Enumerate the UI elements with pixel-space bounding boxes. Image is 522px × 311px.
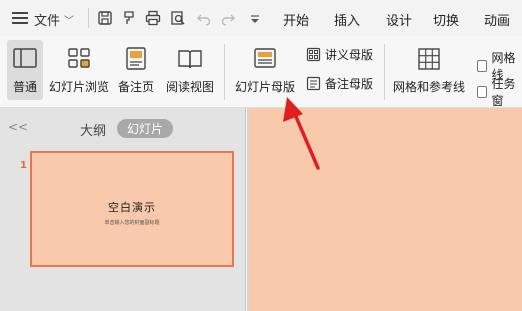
notes-master-label: 备注母版 [325,77,374,91]
collapse-panel-icon[interactable]: << [8,120,28,134]
notes-page-label: 备注页 [117,80,154,94]
tab-insert[interactable]: 插入 [334,10,360,29]
format-painter-icon[interactable] [121,10,137,26]
tab-design[interactable]: 设计 [386,10,412,29]
canvas-edge [247,108,249,311]
checkbox-box[interactable] [477,60,488,72]
grid-guides-button[interactable]: 网格和参考线 [390,40,468,100]
handout-master-button[interactable]: 讲义母版 [306,46,373,63]
slide-sorter-button[interactable]: 幻灯片浏览 [46,40,112,100]
print-preview-icon[interactable] [170,10,186,26]
normal-view-button[interactable]: 普通 [7,40,43,100]
file-menu-label: 文件 [34,14,61,29]
normal-view-icon [12,46,38,72]
divider [88,8,89,28]
slides-panel: << 大纲 幻灯片 1 空白演示 单击输入您的封面副标题 [0,108,246,311]
grid-guides-label: 网格和参考线 [392,80,465,94]
reading-view-button[interactable]: 阅读视图 [162,40,218,100]
slide-master-button[interactable]: 幻灯片母版 [232,40,298,100]
divider [224,44,225,100]
redo-icon[interactable] [220,10,236,26]
divider [384,44,385,100]
file-menu[interactable]: 文件 ﹀ [34,10,74,29]
slide-thumbnail[interactable]: 空白演示 单击输入您的封面副标题 [30,151,234,267]
notes-master-icon [306,76,321,91]
slide-canvas[interactable] [247,108,522,311]
hamburger-menu-icon[interactable] [12,12,28,24]
grid-icon [416,46,442,72]
tab-outline[interactable]: 大纲 [80,120,106,139]
ribbon-view: 普通 幻灯片浏览 备注页 阅读视图 幻灯片母版 讲义母版 备注母版 网格和参考线… [0,36,522,108]
customize-toolbar-icon[interactable] [247,11,263,27]
tab-transitions[interactable]: 切换 [433,10,459,29]
task-pane-checkbox-label: 任务窗 [491,77,516,108]
tab-home[interactable]: 开始 [283,10,309,29]
checkbox-box[interactable] [477,86,488,98]
slide-sorter-label: 幻灯片浏览 [48,80,109,94]
task-pane-checkbox[interactable]: 任务窗 [477,75,522,109]
menu-bar: 文件 ﹀ 开始 插入 设计 切换 动画 [0,0,522,36]
undo-icon[interactable] [196,10,212,26]
print-icon[interactable] [145,10,161,26]
slide-thumbnail-subtitle: 单击输入您的封面副标题 [104,220,160,226]
chevron-down-icon: ﹀ [64,16,75,27]
tab-slides[interactable]: 幻灯片 [117,119,173,138]
slide-master-label: 幻灯片母版 [234,80,295,94]
notes-master-button[interactable]: 备注母版 [306,75,373,92]
reading-view-label: 阅读视图 [165,80,214,94]
notes-page-icon [123,46,149,72]
slide-number: 1 [20,160,27,171]
notes-page-button[interactable]: 备注页 [114,40,158,100]
slide-thumbnail-title: 空白演示 [108,201,156,214]
reading-view-icon [177,46,203,72]
tab-animations[interactable]: 动画 [484,10,510,29]
normal-view-label: 普通 [12,80,37,94]
handout-master-label: 讲义母版 [325,48,374,62]
handout-master-icon [306,47,321,62]
save-icon[interactable] [97,10,113,26]
slide-master-icon [252,46,278,72]
slide-sorter-icon [66,46,92,72]
